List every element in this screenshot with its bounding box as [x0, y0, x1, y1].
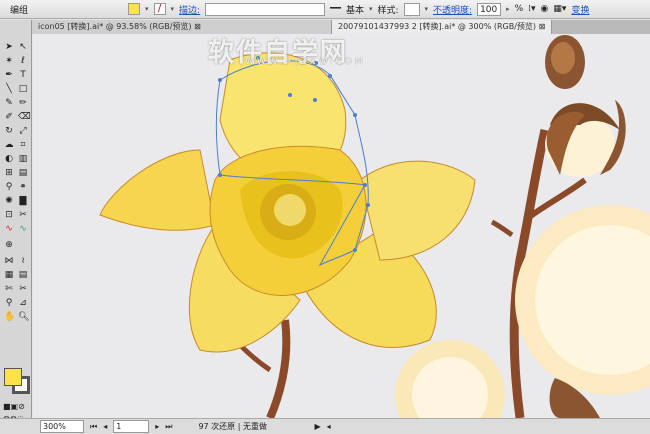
recolor-icon[interactable]: ◉ [541, 4, 549, 14]
artboard-tool-icon[interactable]: ⊡ [4, 210, 14, 220]
eraser-icon[interactable]: ⌫ [18, 112, 31, 122]
hand-tool-icon[interactable]: ✋ [4, 312, 15, 322]
symbol-sprayer-icon[interactable]: ✺ [4, 196, 14, 206]
chevron-down-icon[interactable]: ▾ [369, 5, 373, 13]
status-bar: 300% ⏮ ◂ 1 ▸ ⏭ 97 次还原 | 无重做 ▶ ◂ [0, 418, 650, 434]
magic-wand-icon[interactable]: ✶ [4, 56, 14, 66]
eyedropper-icon[interactable]: ⚲ [4, 182, 14, 192]
measure-icon[interactable]: ⊿ [18, 298, 28, 308]
rectangle-tool-icon[interactable]: □ [18, 84, 28, 94]
tab-label: icon05 [转换].ai* @ 93.58% (RGB/预览) [38, 22, 192, 31]
brush-tool-icon[interactable]: ✎ [4, 98, 14, 108]
warp-tool-icon[interactable]: ☁ [4, 140, 14, 150]
tab-label: 20079101437993 2 [转换].ai* @ 300% (RGB/预览… [338, 22, 537, 31]
slice-tool-icon[interactable]: ✂ [18, 210, 28, 220]
pencil-tool-icon[interactable]: ✏ [18, 98, 28, 108]
pen-tool-icon[interactable]: ✒ [4, 70, 14, 80]
shape-builder-icon[interactable]: ◐ [4, 154, 14, 164]
style-select[interactable] [403, 2, 420, 16]
stroke-swatch[interactable]: / [153, 3, 166, 15]
last-page-button[interactable]: ⏭ [165, 422, 172, 432]
profile-select[interactable]: 基本 [346, 3, 364, 16]
tab-document-1[interactable]: icon05 [转换].ai* @ 93.58% (RGB/预览) ⊠ [32, 20, 332, 34]
width-tool-icon[interactable]: ∿ [4, 224, 14, 234]
transform-link[interactable]: 变换 [571, 3, 589, 16]
selection-tool-icon[interactable]: ➤ [4, 42, 14, 52]
rotate-tool-icon[interactable]: ↻ [4, 126, 14, 136]
status-menu-button[interactable]: ▶ [314, 422, 320, 431]
line-tool-icon[interactable]: ╲ [4, 84, 14, 94]
mode-label: 编组 [10, 5, 29, 16]
mesh-tool-icon[interactable]: ⊞ [4, 168, 14, 178]
blob-brush-icon[interactable]: ✐ [4, 112, 14, 122]
flower-artwork [99, 35, 650, 418]
document-tabs: icon05 [转换].ai* @ 93.58% (RGB/预览) ⊠ 2007… [32, 20, 650, 34]
chart-icon[interactable]: ▦ [4, 270, 14, 280]
globe-icon[interactable]: ⊕ [4, 240, 14, 250]
type-tool-icon[interactable]: T [18, 70, 28, 80]
scroll-left-button[interactable]: ◂ [327, 422, 331, 431]
blend-tool-icon[interactable]: ⚭ [18, 182, 28, 192]
style-label: 样式: [377, 5, 399, 16]
artboard-canvas[interactable]: 软件自学网 WWW.RJZXW.COM [33, 34, 650, 418]
wave-icon[interactable]: ≀ [18, 256, 28, 266]
chevron-down-icon[interactable]: ▾ [425, 5, 429, 13]
bow-tie-icon[interactable]: ⋈ [4, 256, 14, 266]
tab-document-2[interactable]: 20079101437993 2 [转换].ai* @ 300% (RGB/预览… [332, 20, 553, 34]
opacity-input[interactable]: 100 [477, 2, 502, 16]
scissors-icon[interactable]: ✂ [18, 284, 28, 294]
stroke-line-icon: ━━ [330, 4, 341, 14]
chevron-down-icon[interactable]: ▾ [171, 5, 175, 13]
eyedropper2-icon[interactable]: ⚲ [4, 298, 14, 308]
opacity-unit: % [514, 4, 524, 14]
align-icon[interactable]: ⁞▾ [528, 4, 535, 14]
direct-selection-tool-icon[interactable]: ↖ [18, 42, 28, 52]
perspective-icon[interactable]: ▥ [18, 154, 28, 164]
next-page-button[interactable]: ▸ [155, 422, 159, 431]
page-select[interactable]: 1 [113, 420, 150, 433]
stroke-link[interactable]: 描边: [179, 3, 200, 16]
zoom-tool-icon[interactable]: 🔍︎ [18, 312, 29, 322]
control-bar: 编组 ▾ / ▾ 描边: ━━ 基本 ▾ 样式: ▾ 不透明度: 100 ▸ % ⁞… [0, 0, 650, 19]
puppet-warp-icon[interactable]: ∿ [18, 224, 28, 234]
gradient-tool-icon[interactable]: ▤ [18, 168, 28, 178]
opacity-link[interactable]: 不透明度: [433, 3, 472, 16]
watermark-url: WWW.RJZXW.COM [245, 57, 366, 67]
status-message: 97 次还原 | 无重做 [198, 422, 267, 431]
free-transform-icon[interactable]: ⌗ [18, 140, 28, 150]
scale-tool-icon[interactable]: ⤢ [18, 126, 28, 136]
color-mode-icons[interactable]: ■▣⊘ [3, 402, 25, 411]
lasso-icon[interactable]: ℓ [18, 56, 28, 66]
fill-color-swatch[interactable] [4, 368, 22, 386]
first-page-button[interactable]: ⏮ [90, 422, 97, 432]
knife-icon[interactable]: ✄ [4, 284, 14, 294]
prev-page-button[interactable]: ◂ [103, 422, 107, 431]
stroke-weight-input[interactable] [205, 2, 326, 16]
toolbox: ➤ ↖ ✶ ℓ ✒ T ╲ □ ✎ ✏ ✐ ⌫ ↻ ⤢ ☁ ⌗ ◐ ▥ ⊞ ▤ ⚲ ⚭ ✺ ▇ ⊡ ✂ ∿… [0, 20, 32, 423]
fill-swatch[interactable] [128, 3, 141, 15]
graph-tool-icon[interactable]: ▇ [18, 196, 28, 206]
zoom-select[interactable]: 300% [40, 420, 84, 433]
chevron-down-icon[interactable]: ▾ [145, 5, 149, 13]
grid-icon[interactable]: ▦▾ [553, 4, 566, 14]
chevron-right-icon[interactable]: ▸ [506, 5, 510, 13]
layers-icon[interactable]: ▤ [18, 270, 28, 280]
